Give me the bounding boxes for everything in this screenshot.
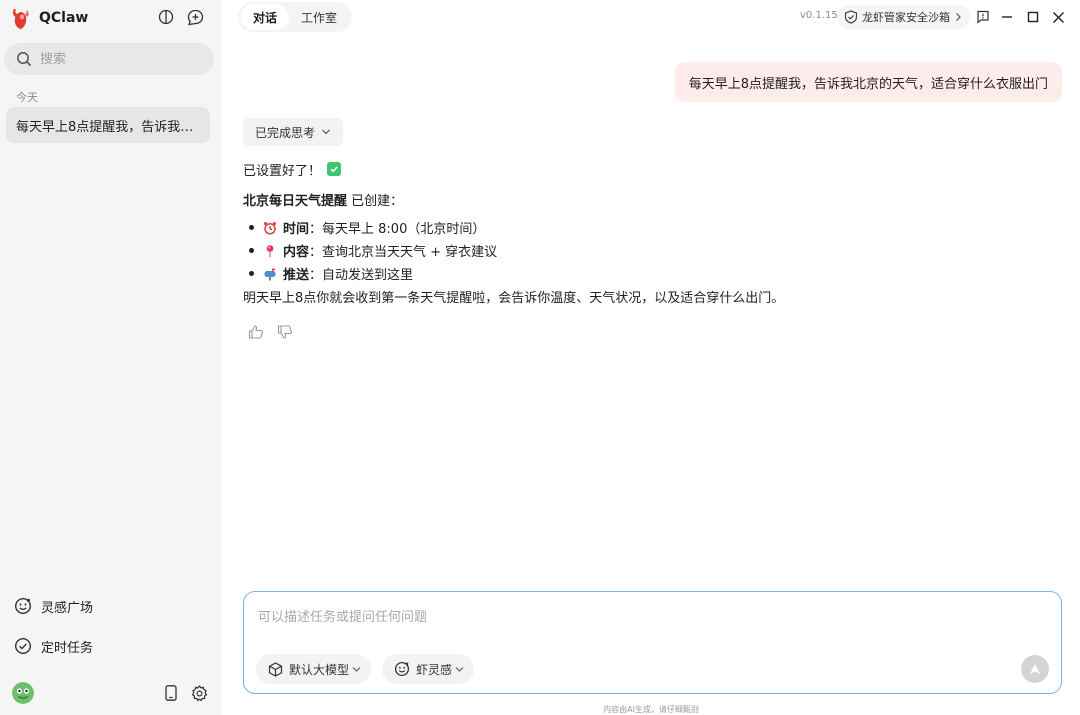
message-alert-icon	[976, 10, 990, 24]
shield-icon	[844, 10, 858, 24]
bullet	[249, 248, 254, 253]
sidebar-toggle-icon	[158, 9, 174, 25]
check-mark-icon	[327, 162, 342, 176]
mobile-button[interactable]	[161, 683, 181, 703]
minimize-button[interactable]	[998, 8, 1016, 26]
view-tabs: 对话 工作室	[238, 2, 353, 32]
sandbox-button[interactable]: 龙虾管家安全沙箱	[837, 5, 970, 29]
thumbs-down-button[interactable]	[277, 324, 293, 340]
reply-closing: 明天早上8点你就会收到第一条天气提醒啦，会告诉你温度、天气状况，以及适合穿什么出…	[243, 290, 785, 306]
detail-key: 推送	[283, 268, 310, 283]
app-name: QClaw	[39, 10, 89, 26]
nav-scheduled-tasks[interactable]: 定时任务	[14, 635, 93, 657]
thumbs-up-button[interactable]	[248, 324, 264, 340]
list-item: 时间 ：每天早上 8:00（北京时间）	[243, 216, 1043, 239]
history-item[interactable]: 每天早上8点提醒我，告诉我北京的天气，适合穿什么衣服出门	[6, 107, 210, 143]
detail-key: 时间	[283, 222, 310, 237]
detail-value: ：自动发送到这里	[309, 268, 414, 283]
minimize-icon	[1001, 11, 1013, 23]
reply-intro-line: 已设置好了！	[243, 158, 1043, 180]
thumbs-down-icon	[277, 324, 293, 340]
detail-value: ：查询北京当天天气 + 穿衣建议	[309, 245, 498, 260]
feedback-button[interactable]	[974, 8, 992, 26]
sandbox-label: 龙虾管家安全沙箱	[862, 11, 950, 24]
list-item: 内容 ：查询北京当天天气 + 穿衣建议	[243, 239, 1043, 262]
reply-title-bold: 北京每日天气提醒	[243, 193, 348, 209]
settings-button[interactable]	[189, 683, 209, 703]
nav-scheduled-tasks-label: 定时任务	[41, 640, 94, 656]
chevron-down-icon	[455, 666, 464, 673]
sidebar: QClaw 今天 每天早上8点提醒我，告诉我北京的天气，适合穿什么衣服出门 灵感…	[0, 0, 222, 715]
thinking-toggle[interactable]: 已完成思考	[243, 118, 344, 146]
chevron-down-icon	[321, 128, 331, 136]
reply-title-rest: 已创建：	[347, 193, 404, 209]
chevron-down-icon	[352, 666, 361, 673]
mailbox-icon	[263, 267, 277, 281]
gear-icon	[191, 684, 208, 702]
section-label-today: 今天	[16, 91, 38, 104]
detail-key: 内容	[283, 245, 310, 260]
user-message: 每天早上8点提醒我，告诉我北京的天气，适合穿什么衣服出门	[674, 62, 1062, 102]
list-item: 推送 ：自动发送到这里	[243, 262, 1043, 285]
reply-details-list: 时间 ：每天早上 8:00（北京时间） 内容 ：查询北京当天天气 + 穿衣建议 …	[243, 216, 1043, 285]
alarm-clock-icon	[263, 221, 277, 235]
thumbs-up-icon	[248, 324, 264, 340]
clock-check-icon	[14, 637, 32, 655]
version-label: v0.1.15	[800, 10, 838, 21]
bullet	[249, 271, 254, 276]
search-box[interactable]	[4, 43, 214, 75]
skill-select-label: 虾灵感	[416, 662, 453, 677]
chevron-right-icon	[954, 12, 962, 22]
brand: QClaw	[10, 6, 88, 30]
toggle-sidebar-button[interactable]	[156, 7, 176, 27]
new-chat-button[interactable]	[185, 7, 205, 27]
maximize-button[interactable]	[1024, 8, 1042, 26]
nav-inspiration[interactable]: 灵感广场	[14, 595, 93, 617]
smiley-icon	[394, 661, 410, 677]
reply-title-line: 北京每日天气提醒 已创建：	[243, 188, 1043, 210]
search-input[interactable]	[40, 51, 200, 67]
history-item-title: 每天早上8点提醒我，告诉我北京的天气，适合穿什么衣服出门	[16, 119, 200, 135]
model-select-label: 默认大模型	[289, 662, 350, 677]
new-chat-icon	[187, 9, 204, 26]
skill-select[interactable]: 虾灵感	[382, 654, 475, 684]
nav-inspiration-label: 灵感广场	[41, 600, 94, 616]
model-select[interactable]: 默认大模型	[256, 654, 372, 684]
tab-studio[interactable]: 工作室	[289, 4, 349, 30]
search-icon	[16, 51, 32, 67]
thinking-label: 已完成思考	[255, 125, 316, 140]
lobster-logo-icon	[10, 6, 32, 30]
ai-disclaimer: 内容由AI生成，请仔细甄别	[603, 705, 699, 714]
cube-icon	[268, 661, 283, 677]
close-icon	[1052, 11, 1065, 24]
send-arrow-icon	[1028, 662, 1042, 676]
reply-closing-line: 明天早上8点你就会收到第一条天气提醒啦，会告诉你温度、天气状况，以及适合穿什么出…	[243, 285, 1043, 307]
assistant-message: 已设置好了！ 北京每日天气提醒 已创建： 时间 ：每天早上 8:00（北京时间）…	[243, 158, 1043, 307]
composer: 默认大模型 虾灵感	[243, 591, 1062, 694]
close-button[interactable]	[1049, 8, 1067, 26]
phone-icon	[165, 685, 177, 701]
message-input[interactable]	[258, 606, 1038, 636]
reply-intro: 已设置好了！	[243, 163, 322, 179]
smiley-icon	[14, 597, 32, 615]
bullet	[249, 225, 254, 230]
tab-chat[interactable]: 对话	[241, 4, 290, 30]
send-button[interactable]	[1021, 655, 1049, 683]
maximize-icon	[1027, 11, 1039, 23]
avatar[interactable]	[12, 682, 34, 704]
user-message-text: 每天早上8点提醒我，告诉我北京的天气，适合穿什么衣服出门	[688, 76, 1048, 92]
pushpin-icon	[263, 244, 277, 258]
detail-value: ：每天早上 8:00（北京时间）	[309, 222, 486, 237]
